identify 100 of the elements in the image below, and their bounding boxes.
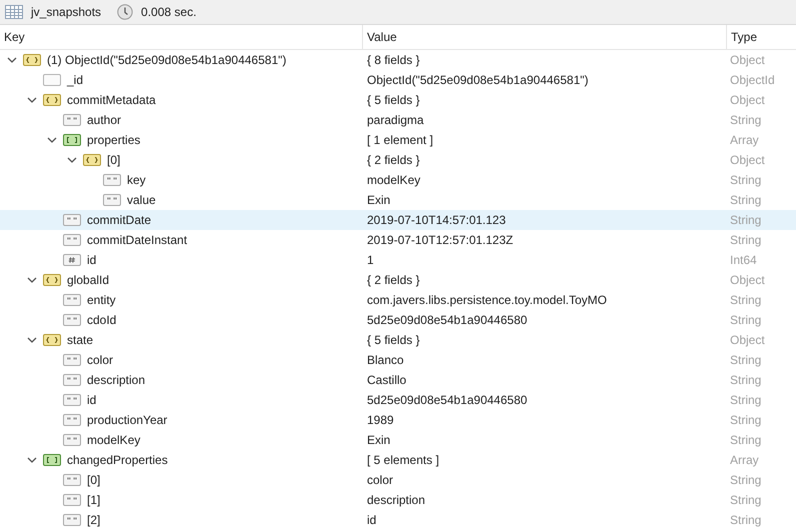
type-text: Array	[730, 453, 759, 467]
string-icon	[103, 194, 121, 206]
value-text: Exin	[367, 193, 390, 207]
string-icon	[63, 214, 81, 226]
collapse-chevron-icon[interactable]	[26, 335, 36, 345]
key-text: modelKey	[87, 432, 140, 449]
value-text: color	[367, 473, 394, 487]
string-icon	[63, 394, 81, 406]
value-text: { 2 fields }	[367, 153, 420, 167]
key-text: color	[87, 352, 114, 369]
tree-row[interactable]: key modelKey String	[0, 170, 796, 190]
type-text: String	[730, 173, 762, 187]
hash-icon	[63, 254, 81, 266]
type-text: Array	[730, 133, 759, 147]
type-text: Object	[730, 93, 765, 107]
query-duration: 0.008 sec.	[141, 4, 196, 21]
string-icon	[103, 174, 121, 186]
column-header[interactable]: Value	[367, 28, 397, 46]
value-text: Castillo	[367, 373, 406, 387]
key-text: commitDateInstant	[87, 232, 188, 249]
collapse-chevron-icon[interactable]	[26, 275, 36, 285]
key-text: state	[67, 332, 94, 349]
key-text: commitDate	[87, 212, 152, 229]
collection-name: jv_snapshots	[31, 4, 102, 21]
tree-row[interactable]: cdoId 5d25e09d08e54b1a90446580 String	[0, 310, 796, 330]
value-text: { 5 fields }	[367, 93, 420, 107]
type-text: String	[730, 433, 762, 447]
string-icon	[63, 514, 81, 526]
tree-row[interactable]: id 5d25e09d08e54b1a90446580 String	[0, 390, 796, 410]
type-text: String	[730, 353, 762, 367]
tree-row[interactable]: productionYear 1989 String	[0, 410, 796, 430]
tree-row[interactable]: globalId { 2 fields } Object	[0, 270, 796, 290]
object-icon	[43, 274, 61, 286]
key-text: commitMetadata	[67, 92, 156, 109]
value-text: 5d25e09d08e54b1a90446580	[367, 313, 528, 327]
blank-field-icon	[43, 74, 61, 86]
value-text: Blanco	[367, 353, 404, 367]
tree-row[interactable]: [2] id String	[0, 510, 796, 530]
value-text: id	[367, 513, 376, 527]
type-text: String	[730, 473, 762, 487]
tree-row[interactable]: commitDateInstant 2019-07-10T12:57:01.123Z String	[0, 230, 796, 250]
key-text: [1]	[87, 492, 100, 509]
table-icon	[5, 5, 23, 19]
key-text: changedProperties	[67, 452, 168, 469]
tree-row[interactable]: modelKey Exin String	[0, 430, 796, 450]
value-text: paradigma	[367, 113, 424, 127]
object-icon	[43, 334, 61, 346]
object-icon	[43, 94, 61, 106]
column-header[interactable]: Type	[731, 28, 758, 46]
type-text: String	[730, 233, 762, 247]
collapse-chevron-icon[interactable]	[46, 135, 56, 145]
string-icon	[63, 354, 81, 366]
value-text: 5d25e09d08e54b1a90446580	[367, 393, 528, 407]
key-text: id	[87, 252, 96, 269]
type-text: String	[730, 513, 762, 527]
string-icon	[63, 114, 81, 126]
key-text: id	[87, 392, 96, 409]
key-text: value	[127, 192, 156, 209]
type-text: String	[730, 313, 762, 327]
tree-row[interactable]: [1] description String	[0, 490, 796, 510]
tree-row[interactable]: commitDate 2019-07-10T14:57:01.123 String	[0, 210, 796, 230]
type-text: String	[730, 113, 762, 127]
collapse-chevron-icon[interactable]	[26, 455, 36, 465]
collapse-chevron-icon[interactable]	[26, 95, 36, 105]
tree-row[interactable]: (1) ObjectId("5d25e09d08e54b1a90446581") { 8 fields } Object	[0, 50, 796, 70]
type-text: String	[730, 293, 762, 307]
value-text: 2019-07-10T12:57:01.123Z	[367, 233, 514, 247]
type-text: Object	[730, 333, 765, 347]
collapse-chevron-icon[interactable]	[6, 55, 16, 65]
tree-row[interactable]: entity com.javers.libs.persistence.toy.model.ToyMO String	[0, 290, 796, 310]
string-icon	[63, 314, 81, 326]
tree-row[interactable]: changedProperties [ 5 elements ] Array	[0, 450, 796, 470]
tree-row[interactable]: [0] { 2 fields } Object	[0, 150, 796, 170]
key-text: cdoId	[87, 312, 116, 329]
type-text: String	[730, 213, 762, 227]
collapse-chevron-icon[interactable]	[66, 155, 76, 165]
value-text: [ 1 element ]	[367, 133, 434, 147]
object-icon	[83, 154, 101, 166]
type-text: String	[730, 393, 762, 407]
tree-row[interactable]: properties [ 1 element ] Array	[0, 130, 796, 150]
value-text: description	[367, 493, 426, 507]
string-icon	[63, 374, 81, 386]
column-header[interactable]: Key	[4, 28, 25, 46]
type-text: Int64	[730, 253, 757, 267]
tree-row[interactable]: state { 5 fields } Object	[0, 330, 796, 350]
value-text: modelKey	[367, 173, 420, 187]
key-text: [0]	[87, 472, 100, 489]
type-text: Object	[730, 53, 765, 67]
tree-row[interactable]: author paradigma String	[0, 110, 796, 130]
tree-row[interactable]: color Blanco String	[0, 350, 796, 370]
tree-row[interactable]: value Exin String	[0, 190, 796, 210]
tree-row[interactable]: _id ObjectId("5d25e09d08e54b1a90446581") ObjectId	[0, 70, 796, 90]
tree-row[interactable]: [0] color String	[0, 470, 796, 490]
tree-row[interactable]: description Castillo String	[0, 370, 796, 390]
tree-row[interactable]: id 1 Int64	[0, 250, 796, 270]
tree-row[interactable]: commitMetadata { 5 fields } Object	[0, 90, 796, 110]
string-icon	[63, 294, 81, 306]
type-text: Object	[730, 273, 765, 287]
type-text: String	[730, 493, 762, 507]
key-text: properties	[87, 132, 140, 149]
